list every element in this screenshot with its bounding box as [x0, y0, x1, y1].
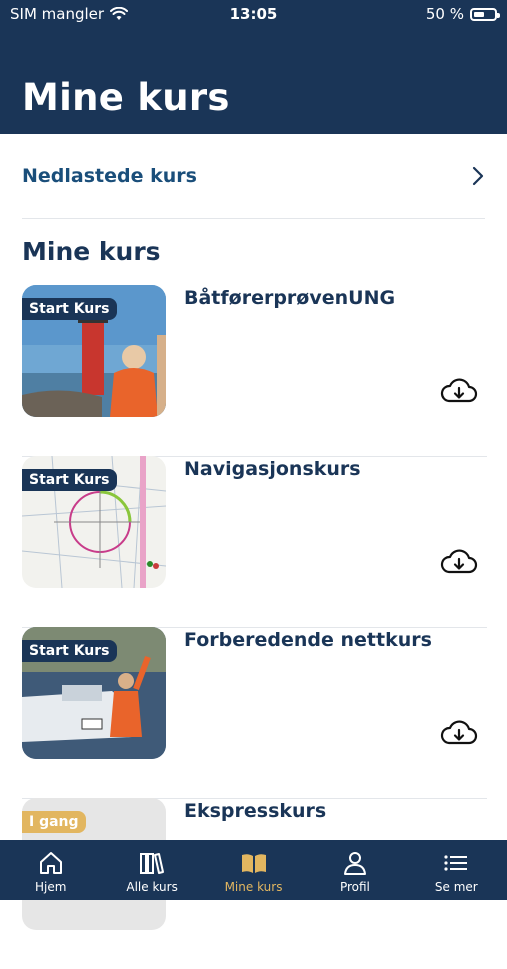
course-title: Navigasjonskurs [184, 458, 361, 480]
page-title: Mine kurs [22, 76, 230, 119]
tab-profile[interactable]: Profil [304, 840, 405, 900]
tab-all-courses[interactable]: Alle kurs [101, 840, 202, 900]
course-status-badge: Start Kurs [22, 640, 117, 662]
course-title: Forberedende nettkurs [184, 629, 432, 651]
cloud-download-icon[interactable] [440, 719, 478, 747]
cloud-download-icon[interactable] [440, 377, 478, 405]
course-thumbnail[interactable]: Start Kurs [22, 285, 166, 417]
tab-label: Se mer [434, 880, 478, 894]
course-title: BåtførerprøvenUNG [184, 287, 396, 309]
list-icon [444, 855, 468, 871]
cloud-download-icon[interactable] [440, 548, 478, 576]
status-bar: SIM mangler 13:05 50 % [0, 0, 507, 28]
course-status-badge: Start Kurs [22, 298, 117, 320]
tab-label: Profil [339, 880, 370, 894]
section-title: Mine kurs [22, 237, 161, 266]
chevron-right-icon [472, 166, 484, 186]
home-icon [39, 852, 62, 874]
downloaded-courses-label: Nedlastede kurs [22, 165, 197, 187]
course-item[interactable]: Start Kurs Navigasjonskurs [22, 456, 487, 628]
course-status-badge: Start Kurs [22, 469, 117, 491]
tab-more[interactable]: Se mer [406, 840, 507, 900]
book-open-icon [241, 854, 266, 873]
downloaded-courses-row[interactable]: Nedlastede kurs [22, 134, 485, 219]
course-title: Ekspresskurs [184, 800, 327, 822]
tab-label: Alle kurs [126, 880, 178, 894]
tab-label: Mine kurs [224, 880, 283, 894]
books-icon [140, 853, 165, 874]
course-thumbnail[interactable]: Start Kurs [22, 627, 166, 759]
person-icon [343, 852, 366, 875]
app-header: SIM mangler 13:05 50 % Mine kurs [0, 0, 507, 134]
tab-label: Hjem [34, 880, 67, 894]
tab-home[interactable]: Hjem [0, 840, 101, 900]
course-item[interactable]: Start Kurs Forberedende nettkurs [22, 627, 487, 799]
tab-bar: Hjem Alle kurs Mine kurs Profil Se mer [0, 840, 507, 900]
course-item[interactable]: Start Kurs BåtførerprøvenUNG [22, 285, 487, 457]
battery-percent: 50 % [425, 5, 464, 23]
battery-icon [470, 7, 500, 21]
tab-my-courses[interactable]: Mine kurs [203, 840, 304, 900]
course-thumbnail[interactable]: Start Kurs [22, 456, 166, 588]
course-status-badge: I gang [22, 811, 86, 833]
